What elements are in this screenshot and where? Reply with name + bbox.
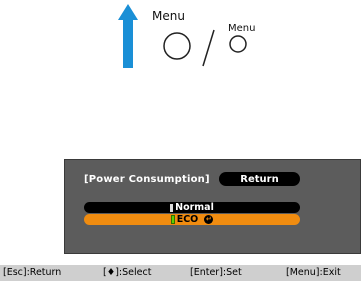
power-consumption-menu: [Power Consumption] Return Normal ECO ↵ xyxy=(64,159,361,254)
option-marker xyxy=(170,203,174,212)
option-eco[interactable]: ECO ↵ xyxy=(84,214,300,225)
status-enter-set: [Enter]:Set xyxy=(190,267,242,278)
instruction-graphic xyxy=(118,4,247,68)
status-select: [♦]:Select xyxy=(103,267,152,278)
menu-button-icon-large xyxy=(163,32,191,60)
option-normal[interactable]: Normal xyxy=(84,202,300,213)
menu-button-icon-small xyxy=(229,35,247,53)
status-esc-return: [Esc]:Return xyxy=(3,267,62,278)
menu-title: [Power Consumption] xyxy=(84,174,210,185)
selected-marker-icon xyxy=(170,215,175,224)
return-button[interactable]: Return xyxy=(219,172,300,186)
separator-slash xyxy=(202,29,215,67)
up-arrow-icon xyxy=(118,4,138,68)
menu-label-large: Menu xyxy=(152,9,185,23)
status-bar: [Esc]:Return [♦]:Select [Enter]:Set [Men… xyxy=(0,265,361,281)
status-menu-exit: [Menu]:Exit xyxy=(286,267,341,278)
menu-label-small: Menu xyxy=(228,23,256,34)
option-label: Normal xyxy=(175,202,214,213)
menu-button-instruction: Menu Menu xyxy=(110,0,270,78)
option-label: ECO xyxy=(176,214,199,225)
enter-icon: ↵ xyxy=(204,215,214,224)
